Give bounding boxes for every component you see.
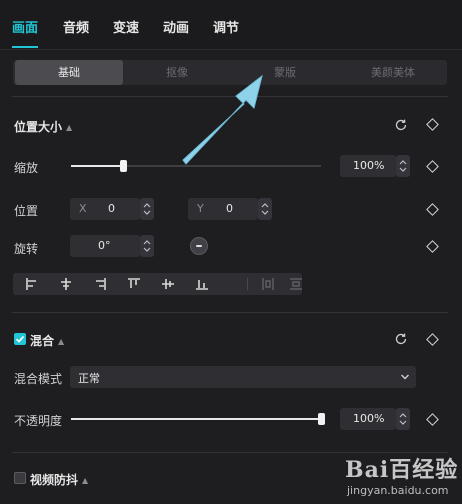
stabilize-checkbox[interactable] [14,472,26,484]
rotate-stepper[interactable] [140,235,154,257]
watermark-logo: Bai百经验 jingyan.baidu.com [337,452,459,502]
opacity-label: 不透明度 [14,414,63,428]
scale-label: 缩放 [14,161,39,175]
subtab-beauty[interactable]: 美颜美体 [339,60,447,85]
active-tab-indicator [12,46,38,48]
watermark-text: Bai百经验 [345,457,459,483]
align-top-icon [128,278,140,288]
align-right-icon [96,278,106,290]
opacity-value: 100% [353,412,385,425]
position-x-value: 0 [108,202,115,215]
opacity-input[interactable]: 100% [340,408,396,430]
section-position-size[interactable]: 位置大小 ▲ [14,118,72,135]
keyframe-diamond-icon[interactable] [426,203,439,216]
tab-adjust[interactable]: 调节 [213,17,239,36]
keyframe-diamond-icon[interactable] [426,333,439,346]
align-bottom-icon [196,280,208,290]
position-x-input[interactable]: X 0 [70,198,140,220]
stepper-chevrons-icon [143,240,151,252]
divider [12,96,448,97]
caret-up-icon: ▲ [82,476,89,485]
stepper-chevrons-icon [261,203,269,215]
tab-audio[interactable]: 音频 [63,17,89,36]
caret-up-icon: ▲ [66,123,73,132]
scale-stepper[interactable] [396,155,410,177]
opacity-slider-fill [71,418,321,420]
section-blend-label: 混合 [30,334,55,348]
opacity-stepper[interactable] [396,408,410,430]
opacity-slider-thumb[interactable] [317,413,325,425]
blend-checkbox[interactable] [14,333,26,345]
tab-animation[interactable]: 动画 [163,17,189,36]
toolbar-separator [247,278,248,290]
align-center-horizontal-icon [61,278,71,290]
align-left-icon [26,278,36,290]
caret-up-icon: ▲ [58,337,65,346]
section-blend[interactable]: 混合 ▲ [30,332,64,349]
position-y-value: 0 [226,202,233,215]
align-center-h-button[interactable] [49,273,83,295]
align-left-button[interactable] [15,273,49,295]
keyframe-diamond-icon[interactable] [426,240,439,253]
scale-slider-thumb[interactable] [120,160,127,172]
y-axis-label: Y [197,202,204,215]
rotate-knob-indicator [196,245,202,247]
align-center-vertical-icon [162,279,174,289]
align-top-button[interactable] [117,273,151,295]
top-tab-bar: 画面 音频 变速 动画 调节 [0,0,462,50]
keyframe-diamond-icon[interactable] [426,160,439,173]
rotate-knob[interactable] [190,237,208,255]
tab-picture[interactable]: 画面 [12,17,38,36]
tab-speed[interactable]: 变速 [113,17,139,36]
stepper-chevrons-icon [399,413,407,425]
section-stabilize[interactable]: 视频防抖 ▲ [30,471,88,488]
chevron-down-icon [401,374,409,380]
keyframe-diamond-icon[interactable] [426,413,439,426]
checkmark-icon [15,335,25,343]
blend-mode-label: 混合模式 [14,372,63,386]
scale-slider[interactable] [71,160,321,172]
watermark-url: jingyan.baidu.com [347,484,449,497]
rotate-input[interactable]: 0° [70,235,140,257]
position-y-stepper[interactable] [258,198,272,220]
scale-slider-fill [71,165,124,167]
divider [12,312,448,313]
subtab-cutout[interactable]: 抠像 [123,60,231,85]
section-stabilize-label: 视频防抖 [30,473,79,487]
subtab-mask[interactable]: 蒙版 [231,60,339,85]
blend-mode-value: 正常 [78,372,100,385]
rotate-label: 旋转 [14,242,39,256]
rotate-value: 0° [98,239,111,252]
scale-input[interactable]: 100% [340,155,396,177]
blend-mode-select[interactable]: 正常 [70,366,416,388]
align-right-button[interactable] [83,273,117,295]
opacity-slider[interactable] [71,413,325,425]
x-axis-label: X [79,202,87,215]
stepper-chevrons-icon [143,203,151,215]
alignment-toolbar [13,273,302,295]
section-position-size-label: 位置大小 [14,120,63,134]
subtab-bar: 基础 抠像 蒙版 美颜美体 [13,60,447,85]
distribute-horizontal-icon [262,278,274,290]
stepper-chevrons-icon [399,160,407,172]
align-bottom-button[interactable] [185,273,219,295]
position-label: 位置 [14,204,39,218]
position-x-stepper[interactable] [140,198,154,220]
distribute-vertical-icon [290,278,302,290]
position-y-input[interactable]: Y 0 [188,198,258,220]
scale-value: 100% [353,159,385,172]
subtab-basic[interactable]: 基础 [15,60,123,85]
reset-icon[interactable] [393,117,409,133]
keyframe-diamond-icon[interactable] [426,118,439,131]
align-center-v-button[interactable] [151,273,185,295]
distribute-vertical-button[interactable] [279,273,313,295]
reset-icon[interactable] [393,331,409,347]
